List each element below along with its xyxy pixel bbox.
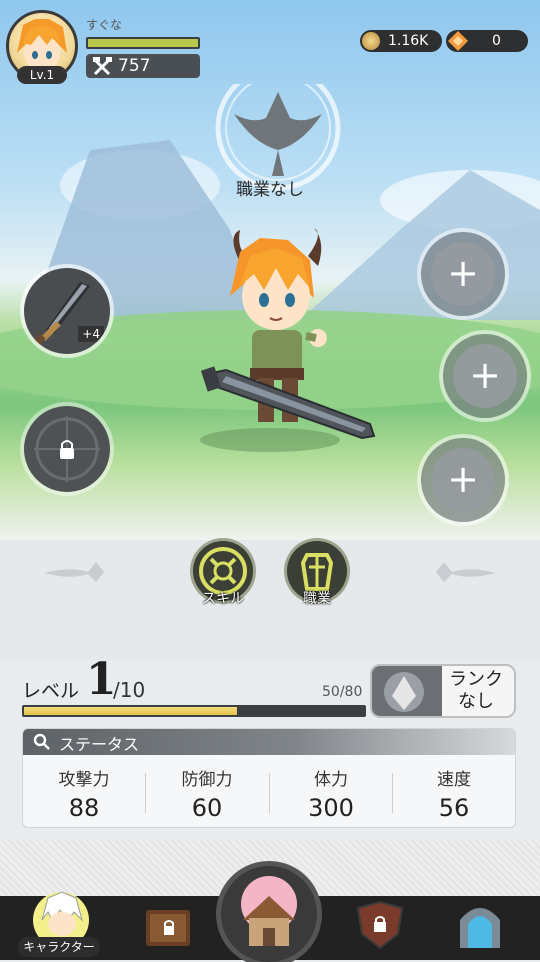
search-icon bbox=[33, 733, 51, 755]
stat-attack-value: 88 bbox=[68, 794, 100, 822]
portal-gate-icon bbox=[460, 908, 500, 948]
xp-count: 50/80 bbox=[322, 684, 363, 700]
rank-text-line1: ランク bbox=[449, 669, 503, 690]
stat-speed-label: 速度 bbox=[437, 770, 471, 790]
gem-icon bbox=[448, 31, 468, 58]
player-exp-bar bbox=[86, 37, 200, 49]
nav-locked-book[interactable] bbox=[140, 898, 200, 954]
player-level-badge: Lv.1 bbox=[17, 66, 67, 84]
gold-counter[interactable]: 1.16K bbox=[360, 30, 442, 52]
equip-slot-add-3[interactable]: + bbox=[421, 438, 505, 522]
equip-slot-add-1[interactable]: + bbox=[421, 232, 505, 316]
stat-hp: 体力 300 bbox=[270, 765, 392, 822]
skill-label: スキル bbox=[202, 591, 244, 607]
nav-locked-shield[interactable] bbox=[350, 898, 410, 954]
xp-bar bbox=[22, 705, 366, 717]
locked-slot[interactable] bbox=[24, 406, 110, 492]
character-portrait-icon bbox=[33, 891, 89, 948]
rank-text-line2: なし bbox=[458, 691, 494, 712]
rank-button[interactable]: ランク なし bbox=[370, 664, 516, 718]
weapon-slot[interactable]: +4 bbox=[24, 268, 110, 354]
ornament-dividers bbox=[44, 562, 496, 582]
player-name: すぐな bbox=[86, 18, 123, 32]
job-label: 職業 bbox=[303, 591, 331, 607]
combat-power-value: 757 bbox=[118, 56, 151, 76]
book-icon bbox=[146, 910, 190, 946]
rank-emblem-icon bbox=[372, 666, 442, 716]
plus-icon: + bbox=[431, 242, 495, 306]
status-panel: ステータス 攻撃力 88 防御力 60 体力 300 速度 56 bbox=[22, 728, 516, 828]
plus-icon: + bbox=[453, 344, 517, 408]
stat-speed-value: 56 bbox=[438, 794, 470, 822]
shield-icon bbox=[356, 900, 404, 950]
crossed-tools-icon bbox=[92, 54, 114, 85]
stat-attack: 攻撃力 88 bbox=[23, 765, 145, 822]
stat-hp-label: 体力 bbox=[314, 770, 348, 790]
combat-power: 757 bbox=[86, 54, 200, 78]
action-panel bbox=[0, 540, 540, 660]
gold-amount: 1.16K bbox=[388, 33, 429, 49]
nav-home[interactable] bbox=[221, 866, 317, 962]
level-title: レベル bbox=[22, 680, 80, 702]
weapon-upgrade-level: +4 bbox=[78, 326, 104, 342]
stat-defense: 防御力 60 bbox=[146, 765, 268, 822]
stat-defense-label: 防御力 bbox=[181, 770, 233, 790]
gem-counter[interactable]: 0 bbox=[446, 30, 528, 52]
stat-hp-value: 300 bbox=[308, 794, 354, 822]
house-icon bbox=[241, 876, 297, 946]
plus-icon: + bbox=[431, 448, 495, 512]
level-max: /10 bbox=[113, 678, 146, 702]
stat-defense-value: 60 bbox=[191, 794, 223, 822]
gem-amount: 0 bbox=[492, 33, 501, 49]
status-header: ステータス bbox=[23, 729, 515, 755]
rank-text: ランク なし bbox=[446, 669, 506, 713]
equip-slot-add-2[interactable]: + bbox=[443, 334, 527, 418]
nav-character-label: キャラクター bbox=[18, 937, 100, 957]
nav-portal[interactable] bbox=[450, 898, 510, 954]
status-title: ステータス bbox=[59, 735, 140, 754]
job-name: 職業なし bbox=[236, 180, 304, 200]
gold-coin-icon bbox=[362, 32, 380, 50]
stat-speed: 速度 56 bbox=[393, 765, 515, 822]
player-character bbox=[200, 228, 376, 440]
stat-attack-label: 攻撃力 bbox=[58, 770, 110, 790]
